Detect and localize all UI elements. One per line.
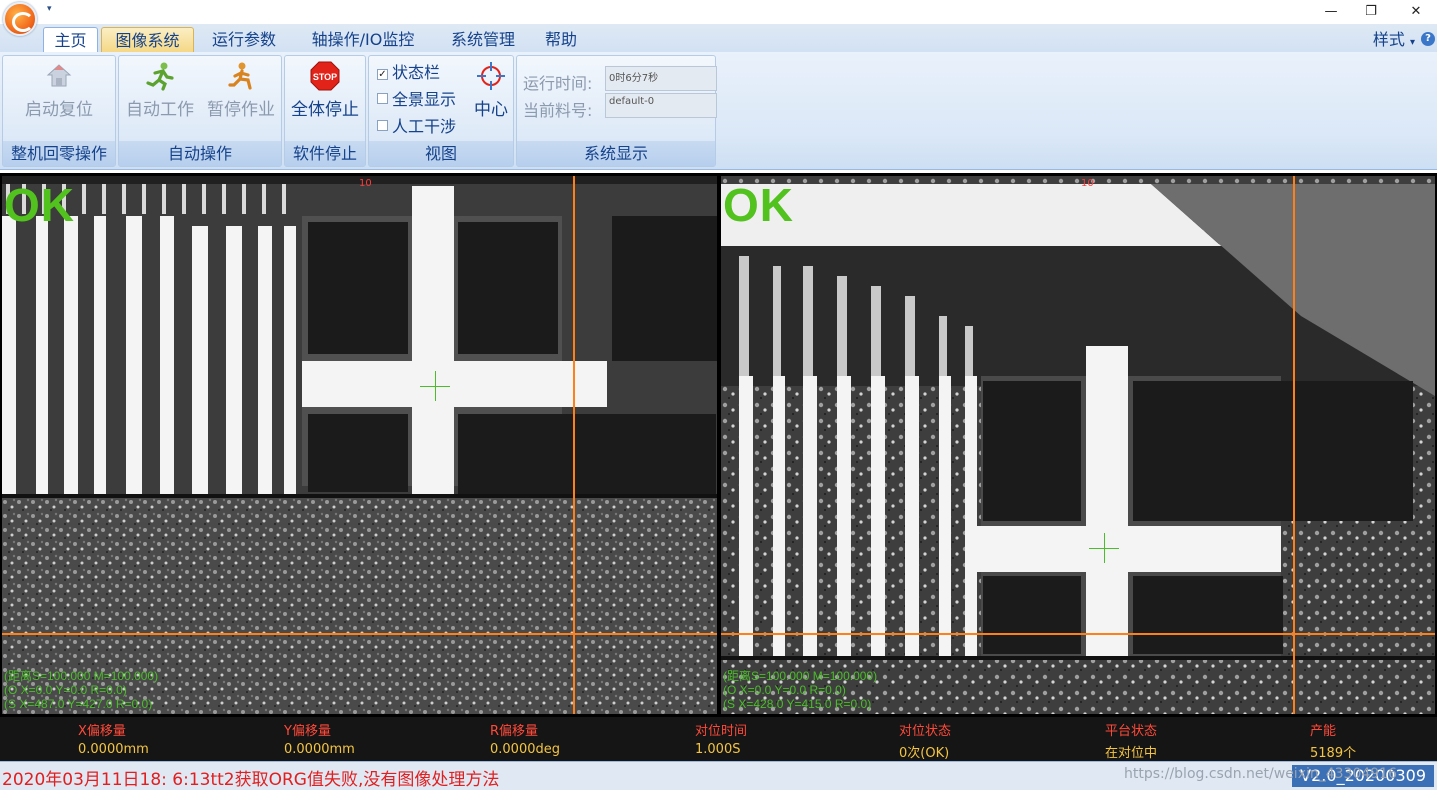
group-label-auto-operation: 自动操作 (119, 141, 281, 166)
restore-button[interactable]: ❐ (1356, 2, 1386, 22)
align-state-value: 0次(OK) (899, 746, 950, 761)
camera-right-horizontal-guide (721, 633, 1435, 635)
pause-work-label: 暂停作业 (207, 100, 275, 120)
stop-sign-text: STOP (313, 72, 337, 82)
running-man-icon (146, 62, 174, 91)
panorama-checkbox-label: 全景显示 (392, 90, 457, 109)
camera-right-info-1: (距离S=100.000 M=100.000) (723, 669, 878, 683)
camera-view-left[interactable]: OK 10 (距离S=100.000 M=100.000) (O X=0.0 Y… (2, 176, 717, 714)
camera-right-marker: 10 (1081, 178, 1094, 189)
group-label-software-stop: 软件停止 (285, 141, 365, 166)
camera-view-right[interactable]: OK 10 (距离S=100.000 M=100.000) (O X=0.0 Y… (721, 176, 1435, 714)
camera-right-info-2: (O X=0.0 Y=0.0 R=0.0) (723, 683, 846, 697)
x-offset-value: 0.0000mm (78, 742, 149, 757)
checkbox-empty-icon (377, 93, 388, 104)
camera-left-crosshair-v (435, 371, 436, 401)
camera-right-crosshair-v (1104, 533, 1105, 563)
camera-right-info-3: (S X=428.0 Y=415.0 R=0.0) (723, 697, 872, 711)
app-logo-icon[interactable] (3, 2, 37, 36)
material-label: 当前料号: (523, 101, 593, 120)
watermark-text: https://blog.csdn.net/weixin_43304916 (1123, 766, 1397, 782)
r-offset-label: R偏移量 (490, 724, 539, 739)
auto-work-button[interactable]: 自动工作 (121, 58, 199, 120)
style-menu-label: 样式 (1372, 30, 1405, 49)
crosshair-icon (477, 62, 505, 90)
material-field: default-0 (605, 93, 717, 118)
pause-work-button[interactable]: 暂停作业 (201, 58, 281, 120)
group-software-stop: STOP 全体停止 软件停止 (284, 55, 366, 167)
center-label: 中心 (474, 100, 508, 120)
r-offset-value: 0.0000deg (490, 742, 560, 757)
camera-left-info-1: (距离S=100.000 M=100.000) (4, 669, 159, 683)
start-reset-button[interactable]: 启动复位 (3, 58, 115, 120)
statusbar-checkbox-label: 状态栏 (392, 63, 441, 82)
stop-all-label: 全体停止 (291, 100, 359, 120)
alignment-status-strip: X偏移量 0.0000mm Y偏移量 0.0000mm R偏移量 0.0000d… (0, 717, 1437, 761)
tab-help[interactable]: 帮助 (533, 27, 589, 52)
group-label-home-reset: 整机回零操作 (3, 141, 115, 166)
manual-intervention-checkbox[interactable]: 人工干涉 (377, 116, 456, 138)
auto-work-label: 自动工作 (126, 100, 194, 120)
group-label-view: 视图 (369, 141, 513, 166)
style-menu[interactable]: 样式 ▾ (1373, 27, 1415, 55)
y-offset-value: 0.0000mm (284, 742, 355, 757)
panorama-checkbox[interactable]: 全景显示 (377, 89, 456, 111)
help-icon[interactable]: ? (1421, 32, 1435, 46)
ribbon-panel: 启动复位 整机回零操作 自动工作 暂停作业 自动操作 STOP 全体停止 软件停… (0, 52, 1437, 170)
group-view: ✓ 状态栏 全景显示 人工干涉 中心 视图 (368, 55, 514, 167)
stop-sign-icon: STOP (310, 61, 340, 91)
group-label-system-display: 系统显示 (517, 141, 715, 166)
tab-axis-io[interactable]: 轴操作/IO监控 (296, 27, 430, 52)
tab-image-system[interactable]: 图像系统 (101, 27, 194, 52)
minimize-button[interactable]: — (1316, 2, 1346, 22)
checkbox-empty-icon (377, 120, 388, 131)
title-bar: ▾ — ❐ ✕ (0, 0, 1437, 36)
camera-left-info-2: (O X=0.0 Y=0.0 R=0.0) (4, 683, 127, 697)
x-offset-label: X偏移量 (78, 724, 126, 739)
material-row: 当前料号: default-0 (523, 93, 717, 121)
camera-left-result: OK (4, 179, 75, 231)
group-home-reset: 启动复位 整机回零操作 (2, 55, 116, 167)
align-state-label: 对位状态 (899, 724, 952, 739)
status-message: 2020年03月11日18: 6:13tt2获取ORG值失败,没有图像处理方法 (2, 770, 500, 790)
chevron-down-icon: ▾ (1409, 37, 1415, 48)
quick-access-dropdown-icon[interactable]: ▾ (47, 4, 52, 14)
capacity-label: 产能 (1310, 724, 1337, 739)
camera-viewer: OK 10 (距离S=100.000 M=100.000) (O X=0.0 Y… (0, 173, 1437, 717)
sitting-man-icon (228, 62, 252, 90)
align-time-value: 1.000S (695, 742, 741, 757)
ribbon-tab-bar: 主页 图像系统 运行参数 轴操作/IO监控 系统管理 帮助 样式 ▾ ? (0, 24, 1437, 52)
group-system-display: 运行时间: 0时6分7秒 当前料号: default-0 系统显示 (516, 55, 717, 167)
start-reset-label: 启动复位 (25, 100, 93, 120)
align-time-label: 对位时间 (695, 724, 748, 739)
group-auto-operation: 自动工作 暂停作业 自动操作 (118, 55, 282, 167)
tab-run-params[interactable]: 运行参数 (199, 27, 289, 52)
close-button[interactable]: ✕ (1401, 2, 1431, 22)
manual-intervention-checkbox-label: 人工干涉 (392, 117, 457, 136)
runtime-row: 运行时间: 0时6分7秒 (523, 66, 717, 94)
y-offset-label: Y偏移量 (284, 724, 331, 739)
message-bar: 2020年03月11日18: 6:13tt2获取ORG值失败,没有图像处理方法 … (0, 761, 1437, 790)
camera-right-result: OK (723, 179, 794, 231)
camera-left-info-3: (S X=487.0 Y=427.0 R=0.0) (4, 697, 153, 711)
platform-state-label: 平台状态 (1105, 724, 1158, 739)
capacity-value: 5189个 (1310, 746, 1357, 761)
tab-system-management[interactable]: 系统管理 (438, 27, 528, 52)
camera-left-marker: 10 (359, 178, 372, 189)
tab-home[interactable]: 主页 (43, 27, 98, 52)
runtime-label: 运行时间: (523, 74, 593, 93)
check-icon: ✓ (377, 69, 388, 80)
statusbar-checkbox[interactable]: ✓ 状态栏 (377, 62, 440, 84)
camera-left-horizontal-guide (2, 633, 717, 635)
platform-state-value: 在对位中 (1105, 746, 1158, 761)
runtime-field: 0时6分7秒 (605, 66, 717, 91)
home-reset-icon (46, 64, 72, 87)
stop-all-button[interactable]: STOP 全体停止 (285, 58, 365, 120)
center-button[interactable]: 中心 (469, 58, 513, 120)
